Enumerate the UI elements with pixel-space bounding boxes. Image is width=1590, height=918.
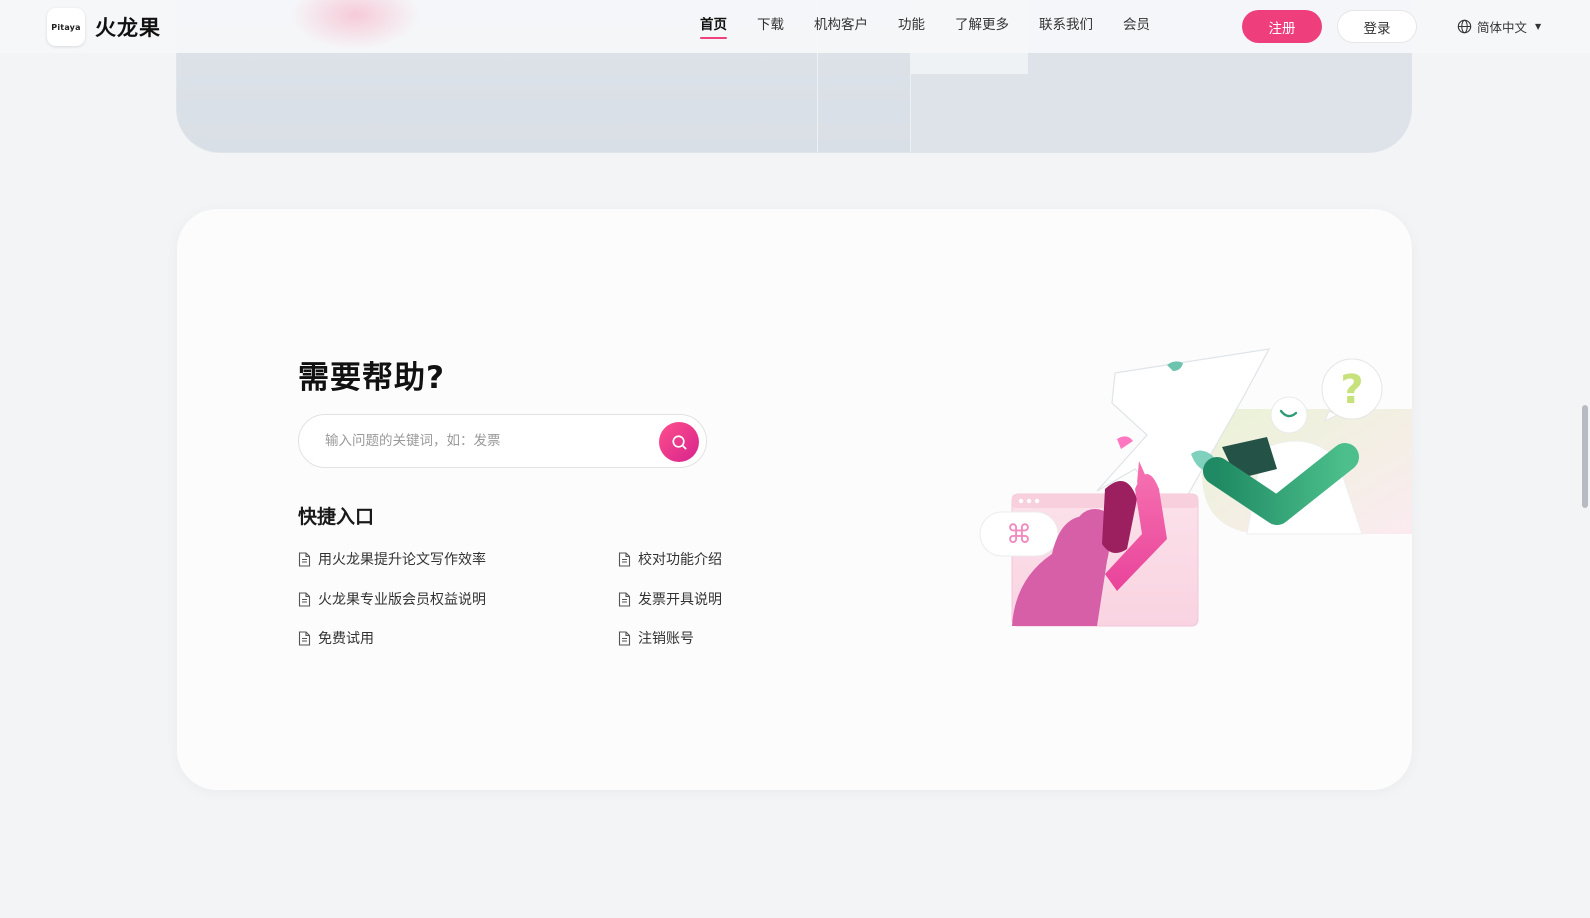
- question-mark-icon: ?: [1340, 367, 1363, 413]
- nav-item-features[interactable]: 功能: [898, 0, 925, 53]
- quick-link-proofreading[interactable]: 校对功能介绍: [618, 549, 722, 569]
- logo-badge: Pitaya: [47, 8, 85, 46]
- document-icon: [618, 551, 631, 567]
- document-icon: [298, 630, 311, 646]
- language-selector[interactable]: 简体中文 ▼: [1457, 0, 1541, 53]
- help-illustration: ? ⌘: [979, 348, 1412, 627]
- help-card: 需要帮助? 快捷入口 用火龙果提升论文写作效率 校对功能介绍: [177, 209, 1412, 790]
- nav-item-download[interactable]: 下载: [757, 0, 784, 53]
- quick-link-label: 用火龙果提升论文写作效率: [318, 552, 486, 568]
- register-button[interactable]: 注册: [1242, 10, 1322, 43]
- nav-item-learn-more[interactable]: 了解更多: [955, 0, 1009, 53]
- quick-link-label: 免费试用: [318, 631, 374, 647]
- quick-link-label: 校对功能介绍: [638, 552, 722, 568]
- command-key-icon: ⌘: [1006, 520, 1032, 550]
- quick-link-invoice[interactable]: 发票开具说明: [618, 589, 722, 609]
- main-nav: 首页 下载 机构客户 功能 了解更多 联系我们 会员: [700, 0, 1180, 53]
- nav-item-enterprise[interactable]: 机构客户: [814, 0, 868, 53]
- page-scrollbar[interactable]: [1576, 0, 1590, 918]
- scrollbar-thumb[interactable]: [1582, 405, 1588, 508]
- quick-link-thesis-efficiency[interactable]: 用火龙果提升论文写作效率: [298, 549, 486, 569]
- logo[interactable]: Pitaya 火龙果: [47, 8, 161, 46]
- nav-item-membership[interactable]: 会员: [1123, 0, 1150, 53]
- nav-item-home[interactable]: 首页: [700, 0, 727, 53]
- globe-icon: [1457, 19, 1472, 34]
- quick-entry-title: 快捷入口: [298, 506, 375, 528]
- quick-link-label: 发票开具说明: [638, 592, 722, 608]
- quick-link-label: 火龙果专业版会员权益说明: [318, 592, 486, 608]
- document-icon: [618, 630, 631, 646]
- quick-link-delete-account[interactable]: 注销账号: [618, 628, 694, 648]
- quick-link-free-trial[interactable]: 免费试用: [298, 628, 374, 648]
- caret-down-icon: ▼: [1535, 22, 1542, 31]
- document-icon: [298, 591, 311, 607]
- help-search-input[interactable]: [323, 415, 643, 467]
- logo-text: Pitaya: [51, 22, 81, 32]
- login-button[interactable]: 登录: [1337, 10, 1417, 43]
- site-header: Pitaya 火龙果 首页 下载 机构客户 功能 了解更多 联系我们 会员 注册…: [0, 0, 1590, 53]
- help-search-box: [298, 414, 707, 468]
- brand-name: 火龙果: [95, 16, 161, 40]
- quick-link-label: 注销账号: [638, 631, 694, 647]
- help-title: 需要帮助?: [298, 360, 445, 396]
- nav-item-contact[interactable]: 联系我们: [1039, 0, 1093, 53]
- search-icon: [671, 434, 686, 449]
- quick-link-pro-benefits[interactable]: 火龙果专业版会员权益说明: [298, 589, 486, 609]
- document-icon: [298, 551, 311, 567]
- help-search-button[interactable]: [659, 422, 699, 462]
- page: Pitaya 火龙果 首页 下载 机构客户 功能 了解更多 联系我们 会员 注册…: [0, 0, 1590, 918]
- language-label: 简体中文: [1477, 20, 1528, 35]
- document-icon: [618, 591, 631, 607]
